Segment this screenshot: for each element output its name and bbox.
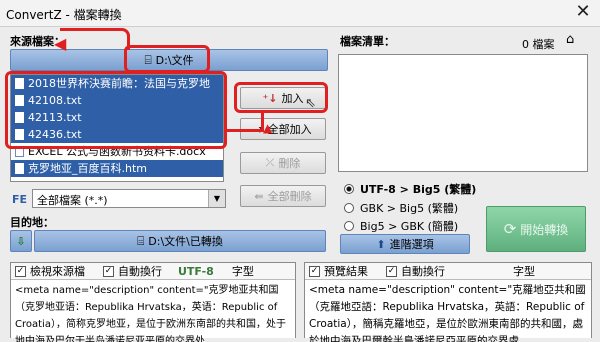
source-preview-toolbar: ✓ 檢視來源檔 ✓ 自動換行 UTF-8 字型 [11, 263, 295, 280]
source-file-item[interactable]: 42108.txt [11, 92, 223, 109]
advanced-options-label: 進階選項 [389, 238, 434, 251]
start-convert-button[interactable]: ⟳ 開始轉換 [486, 206, 586, 252]
add-icon: ⁺↓ [262, 91, 278, 105]
clear-list-icon[interactable]: ⌂ [566, 32, 586, 50]
remove-all-icon: ⇚ [254, 189, 264, 203]
font-button[interactable]: 字型 [513, 263, 535, 279]
result-preview-text[interactable]: <meta name="description" content="克羅地亞共和… [305, 280, 591, 342]
encoding-badge: UTF-8 [178, 264, 214, 278]
remove-all-button[interactable]: ⇚ 全部刪除 [240, 185, 326, 207]
destination-folder-path: D:\文件\已轉換 [148, 235, 223, 248]
file-icon [15, 78, 24, 89]
file-icon [15, 163, 24, 174]
remove-all-label: 全部刪除 [267, 190, 312, 203]
title-bar: ConvertZ - 檔案轉換 ✕ [0, 0, 600, 27]
file-filter-value: 全部檔案 (*.*) [37, 194, 108, 207]
destination-folder-button[interactable]: ⌸ D:\文件\已轉換 [34, 230, 326, 252]
arrow-down-icon: ⇩ [16, 234, 26, 248]
mode-label: Big5 > GBK (簡體) [360, 220, 459, 233]
file-queue-list[interactable] [338, 54, 588, 172]
file-filter-select[interactable]: 全部檔案 (*.*) ▼ [32, 189, 226, 208]
source-file-item[interactable]: 2018世界杯決赛前瞻：法国与克罗地 [11, 75, 223, 92]
radio-selected-icon [344, 184, 354, 194]
preview-label: 預覽結果 [324, 265, 368, 278]
file-icon [15, 146, 24, 157]
result-preview-panel: ✓ 預覽結果 ✓ 自動換行 字型 <meta name="description… [304, 262, 592, 342]
mouse-pointer-icon: ⇖ [305, 96, 316, 111]
add-all-label: 全部加入 [267, 123, 312, 136]
remove-button[interactable]: ⤫ 刪除 [240, 152, 326, 174]
view-source-checkbox[interactable]: ✓ [15, 265, 26, 277]
file-name: EXCEL 公式与函数新书资料卡.docx [28, 145, 206, 158]
font-button[interactable]: 字型 [232, 263, 254, 279]
advanced-options-button[interactable]: ⬆ 進階選項 [340, 234, 470, 254]
annotation-line-add [226, 113, 264, 132]
wrap-label: 自動換行 [118, 265, 162, 278]
file-name: 克罗地亚_百度百科.htm [28, 162, 147, 175]
source-file-item[interactable]: 42113.txt [11, 109, 223, 126]
file-name: 2018世界杯決赛前瞻：法国与克罗地 [28, 77, 210, 90]
chevron-down-icon[interactable]: ▼ [208, 190, 225, 207]
wrap-checkbox[interactable]: ✓ [386, 265, 397, 277]
start-convert-label: 開始轉換 [520, 222, 569, 237]
convert-icon: ⟳ [503, 220, 517, 238]
file-icon [15, 112, 24, 123]
source-file-item[interactable]: 克罗地亚_百度百科.htm [11, 160, 223, 177]
destination-browse-button[interactable]: ⇩ [10, 230, 32, 252]
file-name: 42113.txt [28, 111, 82, 124]
window-title: ConvertZ - 檔案轉換 [6, 8, 122, 22]
destination-label: 目的地： [10, 216, 54, 229]
radio-icon [344, 221, 354, 231]
close-icon[interactable]: ✕ [572, 2, 594, 22]
arrow-up-icon: ⬆ [376, 237, 386, 251]
file-icon [15, 95, 24, 106]
mode-label: UTF-8 > Big5 (繁體) [360, 183, 477, 196]
source-preview-text[interactable]: <meta name="description" content="克罗地亚共和… [11, 280, 295, 342]
result-preview-toolbar: ✓ 預覽結果 ✓ 自動換行 字型 [305, 263, 591, 280]
mode-utf8-big5[interactable]: UTF-8 > Big5 (繁體) [344, 181, 476, 197]
file-icon [15, 129, 24, 140]
wrap-label: 自動換行 [401, 265, 445, 278]
folder-tree-icon: ⌸ [137, 233, 145, 248]
annotation-line-top [60, 28, 130, 50]
view-source-label: 檢視來源檔 [30, 265, 85, 278]
fe-label: FE [12, 193, 28, 206]
file-name: 42436.txt [28, 128, 82, 141]
file-name: 42108.txt [28, 94, 82, 107]
source-file-item[interactable]: 42436.txt [11, 126, 223, 143]
remove-label: 刪除 [278, 157, 301, 170]
remove-icon: ⤫ [265, 156, 275, 169]
folder-tree-icon: ⌸ [144, 52, 152, 67]
filelist-count: 0 檔案 [522, 38, 555, 51]
mode-gbk-big5[interactable]: GBK > Big5 (繁體) [344, 200, 458, 216]
source-preview-panel: ✓ 檢視來源檔 ✓ 自動換行 UTF-8 字型 <meta name="desc… [10, 262, 296, 342]
annotation-arrow-up-icon: ▲ [263, 121, 273, 135]
filelist-label: 檔案清單： [340, 35, 395, 48]
source-folder-path: D:\文件 [155, 54, 194, 67]
preview-checkbox[interactable]: ✓ [309, 265, 320, 277]
annotation-arrow-left-icon: ◀ [54, 34, 67, 53]
source-file-list[interactable]: 2018世界杯決赛前瞻：法国与克罗地 42108.txt 42113.txt 4243… [10, 74, 224, 182]
source-file-item[interactable]: EXCEL 公式与函数新书资料卡.docx [11, 143, 223, 160]
mode-big5-gbk[interactable]: Big5 > GBK (簡體) [344, 218, 458, 234]
add-label: 加入 [281, 92, 304, 105]
wrap-checkbox[interactable]: ✓ [103, 265, 114, 277]
radio-icon [344, 203, 354, 213]
mode-label: GBK > Big5 (繁體) [360, 202, 459, 215]
